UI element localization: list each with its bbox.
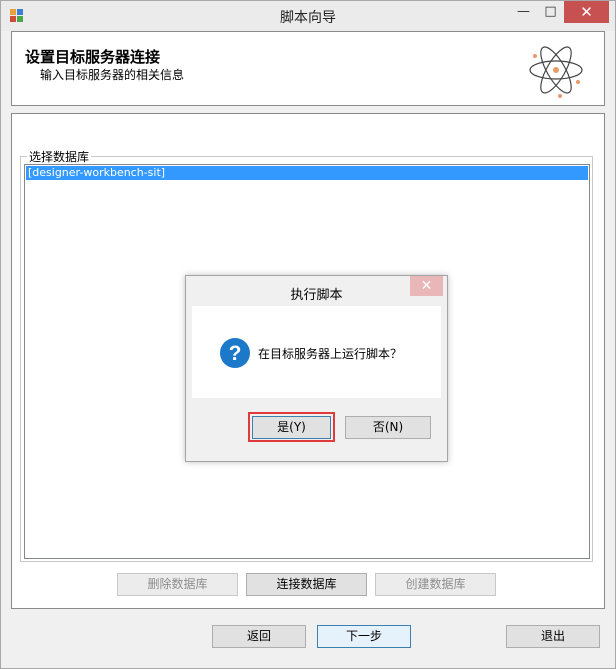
exit-button[interactable]: 退出 <box>506 625 600 648</box>
list-item[interactable]: [designer-workbench-sit] <box>26 166 588 180</box>
highlight-box <box>248 412 335 442</box>
dialog-close-button[interactable]: ✕ <box>410 276 443 296</box>
question-icon: ? <box>220 338 250 368</box>
dialog-title: 执行脚本 <box>290 288 343 303</box>
create-database-button[interactable]: 创建数据库 <box>375 573 496 596</box>
close-button[interactable]: ✕ <box>564 1 609 23</box>
dialog-body: ? 在目标服务器上运行脚本？ <box>192 306 441 398</box>
run-script-dialog: 执行脚本 ✕ ? 在目标服务器上运行脚本？ 是(Y) 否(N) <box>185 275 448 462</box>
atom-icon <box>529 46 583 98</box>
svg-text:?: ? <box>229 342 242 365</box>
wizard-window: 脚本向导 — □ ✕ 设置目标服务器连接 输入目标服务器的相关信息 选择数据库 … <box>0 0 616 669</box>
page-title: 设置目标服务器连接 <box>25 48 161 66</box>
back-button[interactable]: 返回 <box>212 625 306 648</box>
dialog-title-bar[interactable]: 执行脚本 ✕ <box>186 276 447 306</box>
delete-database-button[interactable]: 删除数据库 <box>117 573 238 596</box>
page-subtitle: 输入目标服务器的相关信息 <box>40 68 185 82</box>
dialog-message: 在目标服务器上运行脚本？ <box>258 347 403 361</box>
header-panel: 设置目标服务器连接 输入目标服务器的相关信息 <box>11 31 605 106</box>
database-group-label: 选择数据库 <box>27 148 92 165</box>
title-bar[interactable]: 脚本向导 — □ ✕ <box>1 1 615 31</box>
minimize-button[interactable]: — <box>510 1 537 23</box>
maximize-button[interactable]: □ <box>537 1 564 23</box>
connect-database-button[interactable]: 连接数据库 <box>246 573 367 596</box>
no-button[interactable]: 否(N) <box>345 416 431 439</box>
next-button[interactable]: 下一步 <box>317 625 411 648</box>
